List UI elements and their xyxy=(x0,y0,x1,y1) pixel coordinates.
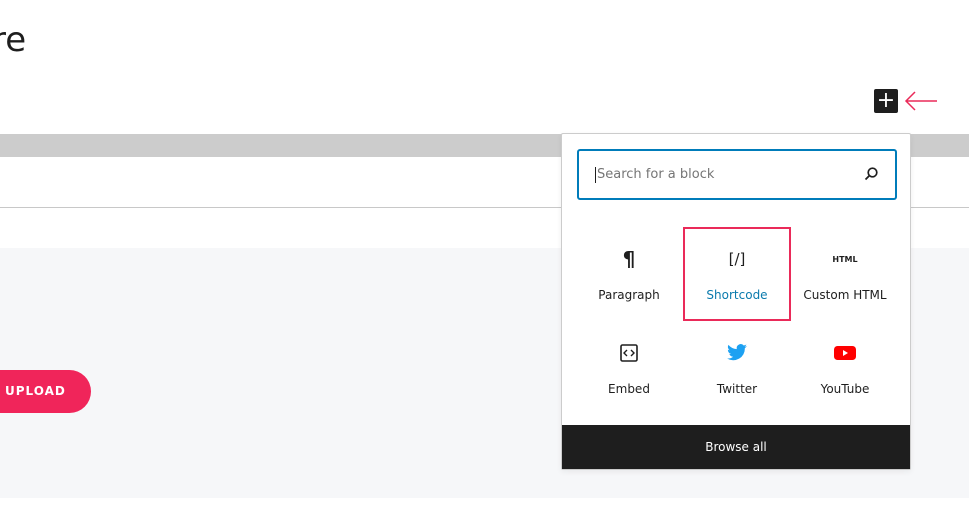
block-label: Embed xyxy=(608,382,650,396)
upload-button[interactable]: UPLOAD xyxy=(0,370,91,413)
block-shortcode[interactable]: [/] Shortcode xyxy=(683,227,791,321)
twitter-icon xyxy=(683,341,791,365)
block-label: Custom HTML xyxy=(803,288,887,302)
block-label: YouTube xyxy=(820,382,870,396)
browse-all-button[interactable]: Browse all xyxy=(562,425,910,469)
block-label: Shortcode xyxy=(706,288,768,302)
block-label: Twitter xyxy=(716,382,758,396)
youtube-icon xyxy=(791,341,899,365)
arrow-left-icon xyxy=(904,91,937,111)
html-icon: HTML xyxy=(832,254,858,264)
add-block-button[interactable]: + xyxy=(874,89,898,113)
shortcode-icon: [/] xyxy=(728,250,746,268)
search-placeholder: Search for a block xyxy=(595,167,715,183)
block-inserter-popover: Search for a block ¶ Paragraph [/] Short… xyxy=(561,133,911,470)
search-icon xyxy=(864,167,878,181)
block-twitter[interactable]: Twitter xyxy=(683,321,791,415)
paragraph-icon: ¶ xyxy=(622,247,636,271)
block-embed[interactable]: Embed xyxy=(575,321,683,415)
page-title: re xyxy=(0,20,27,60)
embed-icon xyxy=(575,341,683,365)
block-label: Paragraph xyxy=(598,288,660,302)
block-search-input[interactable]: Search for a block xyxy=(577,149,897,200)
block-custom-html[interactable]: HTML Custom HTML xyxy=(791,227,899,321)
block-youtube[interactable]: YouTube xyxy=(791,321,899,415)
block-paragraph[interactable]: ¶ Paragraph xyxy=(575,227,683,321)
